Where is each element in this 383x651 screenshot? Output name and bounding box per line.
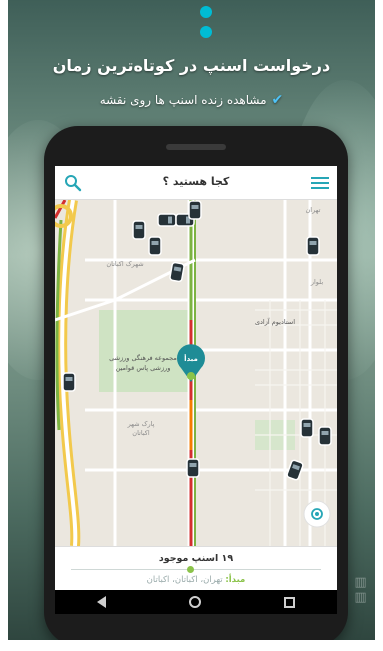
car-icon (300, 418, 314, 438)
map-view[interactable]: شهرک اکباتان استادیوم آزادی مجموعه فرهنگ… (55, 200, 337, 546)
back-icon[interactable] (96, 596, 106, 608)
car-icon (318, 426, 332, 446)
promo-subheadline-row: ✔ مشاهده زنده اسنپ ها روی نقشه (8, 92, 375, 108)
promo-subheadline: مشاهده زنده اسنپ ها روی نقشه (99, 93, 267, 107)
park-area (99, 310, 191, 392)
available-count: ۱۹ اسنپ موجود (158, 553, 234, 564)
app-header: کجا هستید ؟ (55, 166, 337, 200)
origin-address-row[interactable]: مبدأ: تهران، اکباتان، اکباتان (55, 575, 337, 585)
origin-pin-label: مبدأ (184, 354, 198, 363)
car-icon (148, 236, 162, 256)
car-icon (188, 200, 202, 220)
watermark-logo: ▥▥ (353, 575, 368, 605)
car-icon (306, 236, 320, 256)
car-icon (62, 372, 76, 392)
car-icon (169, 261, 185, 283)
map-canvas: شهرک اکباتان استادیوم آزادی مجموعه فرهنگ… (55, 200, 337, 546)
car-icon (132, 220, 146, 240)
phone-screen: کجا هستید ؟ شهرک اکباتان استادیوم آزادی … (55, 166, 337, 614)
recent-apps-icon[interactable] (284, 596, 296, 608)
pagination-dot (200, 6, 212, 18)
map-label-sport: ورزشی پاس قوامین (116, 364, 171, 372)
car-icon (286, 459, 304, 481)
map-label-right: بلوار (310, 278, 323, 286)
available-cars-panel: ۱۹ اسنپ موجود مبدأ: تهران، اکباتان، اکبا… (55, 546, 337, 590)
map-label-stadium: استادیوم آزادی (255, 317, 295, 326)
phone-speaker (166, 144, 226, 150)
phone-device: کجا هستید ؟ شهرک اکباتان استادیوم آزادی … (44, 126, 348, 640)
divider-dot (187, 566, 194, 573)
divider (71, 569, 321, 570)
map-label-park: پارک شهر (127, 420, 155, 428)
promo-screenshot-frame: درخواست اسنپ در کوتاه‌ترین زمان ✔ مشاهده… (8, 0, 375, 640)
car-icon (157, 213, 177, 227)
hamburger-menu-icon[interactable] (311, 174, 329, 192)
home-icon[interactable] (188, 596, 201, 608)
origin-address: تهران، اکباتان، اکباتان (146, 575, 223, 585)
app-title[interactable]: کجا هستید ؟ (55, 175, 337, 188)
android-nav-bar (55, 590, 337, 614)
map-label-top-right: تهران (306, 206, 321, 214)
origin-label: مبدأ: (225, 575, 246, 585)
map-label-area: شهرک اکباتان (106, 260, 143, 268)
promo-headline: درخواست اسنپ در کوتاه‌ترین زمان (52, 56, 331, 75)
pagination-dot (200, 26, 212, 38)
check-icon: ✔ (271, 92, 284, 108)
map-label-cultural: مجموعه فرهنگی ورزشی (109, 354, 177, 362)
pagination-dots (200, 6, 212, 46)
map-label-park-sub: اکباتان (132, 429, 150, 437)
my-location-icon[interactable] (303, 500, 331, 528)
car-icon (186, 458, 200, 478)
